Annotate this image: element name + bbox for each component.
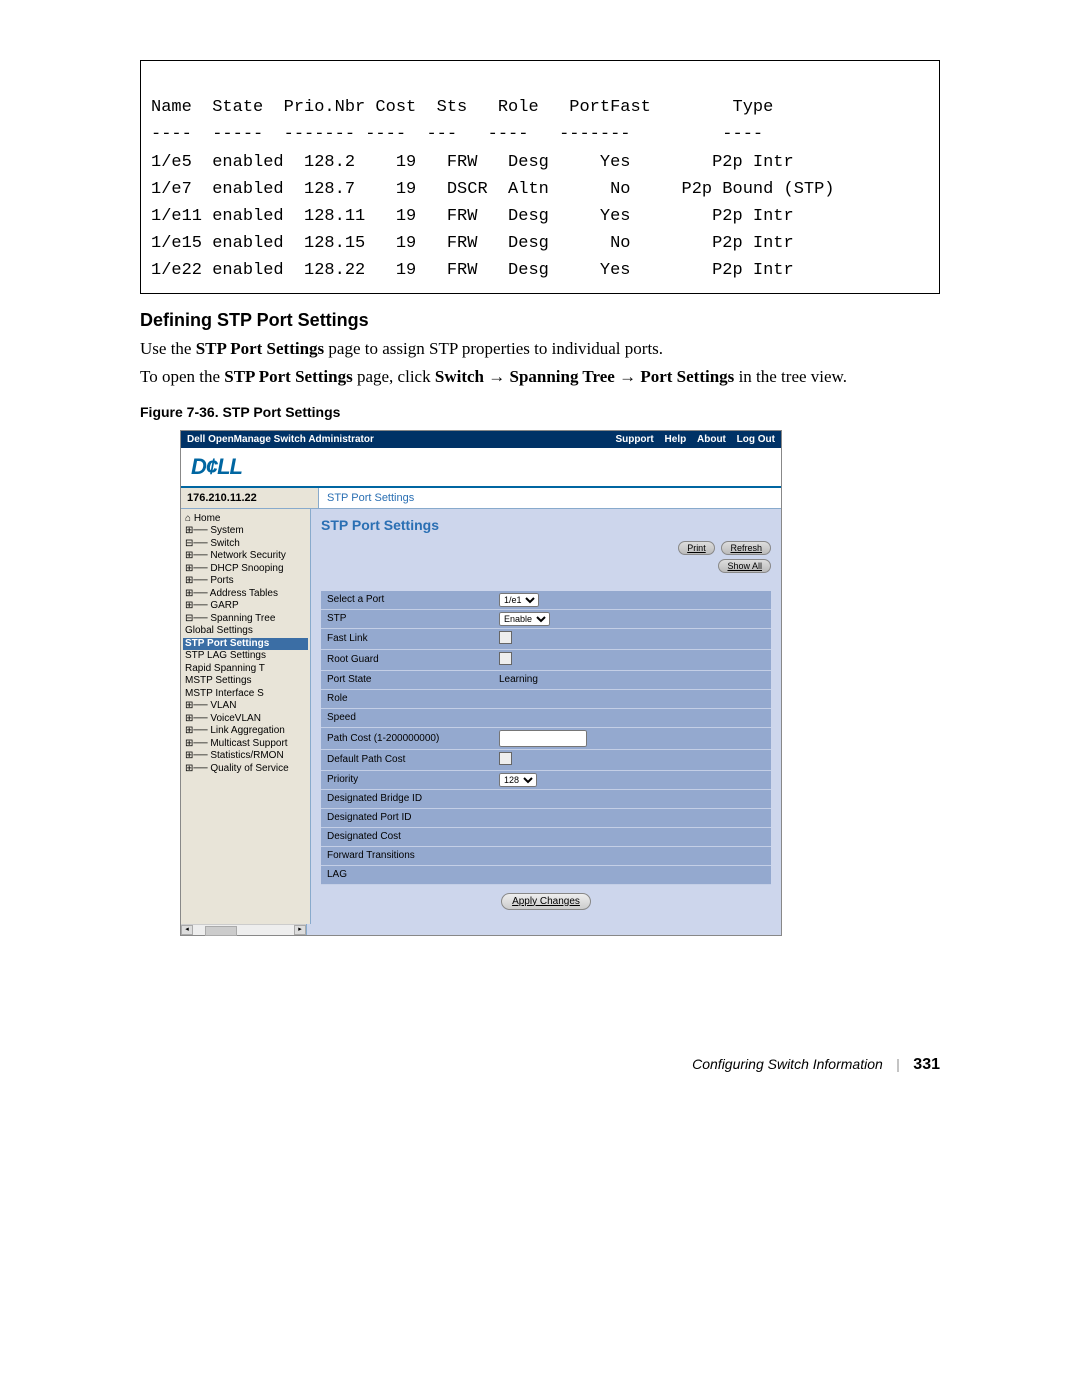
root-guard-checkbox[interactable]	[499, 652, 512, 665]
cli-row: 1/e22 enabled 128.22 19 FRW Desg Yes P2p…	[151, 261, 794, 280]
nav-item[interactable]: MSTP Interface S	[183, 688, 308, 701]
field-label: Designated Cost	[321, 827, 493, 846]
nav-item[interactable]: ⌂ Home	[183, 513, 308, 526]
nav-item[interactable]: ⊟── Switch	[183, 538, 308, 551]
nav-item[interactable]: ⊞── System	[183, 525, 308, 538]
text: page to assign STP properties to individ…	[324, 339, 663, 358]
cli-row: 1/e7 enabled 128.7 19 DSCR Altn No P2p B…	[151, 180, 835, 199]
top-links: Support Help About Log Out	[607, 434, 775, 445]
apply-changes-button[interactable]: Apply Changes	[501, 893, 591, 910]
field-label: Role	[321, 689, 493, 708]
cli-row: 1/e11 enabled 128.11 19 FRW Desg Yes P2p…	[151, 207, 794, 226]
field-label: Designated Bridge ID	[321, 789, 493, 808]
nav-item[interactable]: ⊞── Statistics/RMON	[183, 750, 308, 763]
nav-item[interactable]: ⊞── Ports	[183, 575, 308, 588]
nav-item[interactable]: ⊞── Network Security	[183, 550, 308, 563]
default-path-cost-checkbox[interactable]	[499, 752, 512, 765]
cli-output-box: Name State Prio.Nbr Cost Sts Role PortFa…	[140, 60, 940, 294]
page-footer: Configuring Switch Information | 331	[140, 1056, 940, 1074]
cli-row: 1/e5 enabled 128.2 19 FRW Desg Yes P2p I…	[151, 153, 794, 172]
page-number: 331	[913, 1056, 940, 1073]
nav-item[interactable]: ⊞── GARP	[183, 600, 308, 613]
strong-text: Port Settings	[640, 367, 734, 386]
field-label: Speed	[321, 708, 493, 727]
section-heading: Defining STP Port Settings	[140, 310, 940, 331]
nav-item[interactable]: Global Settings	[183, 625, 308, 638]
select-port-dropdown[interactable]: 1/e1	[499, 593, 539, 607]
logo-bar: D¢LL	[181, 448, 781, 488]
about-link[interactable]: About	[697, 434, 726, 445]
text: To open the	[140, 367, 224, 386]
port-state-value: Learning	[493, 670, 771, 689]
settings-form: Select a Port 1/e1 STP Enable Fast Link …	[321, 591, 771, 885]
field-label: Path Cost (1-200000000)	[321, 727, 493, 749]
strong-text: Switch	[435, 367, 484, 386]
window-title: Dell OpenManage Switch Administrator	[187, 434, 374, 445]
cli-divider: ---- ----- ------- ---- --- ---- -------…	[151, 125, 763, 144]
refresh-button[interactable]: Refresh	[721, 541, 771, 555]
arrow-icon: →	[488, 367, 505, 386]
field-label: Designated Port ID	[321, 808, 493, 827]
cli-row: 1/e15 enabled 128.15 19 FRW Desg No P2p …	[151, 234, 794, 253]
field-label: Select a Port	[321, 591, 493, 610]
chapter-name: Configuring Switch Information	[692, 1056, 883, 1072]
main-panel: STP Port Settings Print Refresh Show All…	[311, 509, 781, 924]
show-all-button[interactable]: Show All	[718, 559, 771, 573]
field-label: Priority	[321, 770, 493, 789]
nav-item[interactable]: ⊟── Spanning Tree	[183, 613, 308, 626]
nav-item[interactable]: ⊞── Link Aggregation	[183, 725, 308, 738]
window-titlebar: Dell OpenManage Switch Administrator Sup…	[181, 431, 781, 448]
nav-tree[interactable]: ⌂ Home⊞── System⊟── Switch ⊞── Network S…	[181, 509, 311, 924]
support-link[interactable]: Support	[615, 434, 653, 445]
nav-item[interactable]: ⊞── VLAN	[183, 700, 308, 713]
nav-item[interactable]: MSTP Settings	[183, 675, 308, 688]
text: in the tree view.	[734, 367, 847, 386]
print-button[interactable]: Print	[678, 541, 715, 555]
nav-item[interactable]: ⊞── VoiceVLAN	[183, 713, 308, 726]
ip-address: 176.210.11.22	[181, 488, 319, 508]
path-cost-input[interactable]	[499, 730, 587, 747]
nav-item[interactable]: ⊞── Quality of Service	[183, 763, 308, 776]
field-label: Port State	[321, 670, 493, 689]
field-label: Default Path Cost	[321, 749, 493, 770]
logout-link[interactable]: Log Out	[737, 434, 775, 445]
priority-dropdown[interactable]: 128	[499, 773, 537, 787]
figure-caption: Figure 7-36. STP Port Settings	[140, 404, 940, 420]
help-link[interactable]: Help	[665, 434, 687, 445]
nav-scrollbar[interactable]: ◂ ▸	[181, 924, 306, 935]
cli-header: Name State Prio.Nbr Cost Sts Role PortFa…	[151, 98, 773, 117]
page-title: STP Port Settings	[321, 517, 771, 533]
scroll-right-icon[interactable]: ▸	[294, 925, 306, 935]
nav-item[interactable]: STP Port Settings	[183, 638, 308, 651]
strong-text: STP Port Settings	[196, 339, 324, 358]
field-label: Root Guard	[321, 649, 493, 670]
nav-item[interactable]: ⊞── DHCP Snooping	[183, 563, 308, 576]
separator-icon: |	[897, 1057, 900, 1073]
paragraph-1: Use the STP Port Settings page to assign…	[140, 337, 940, 362]
fast-link-checkbox[interactable]	[499, 631, 512, 644]
stp-dropdown[interactable]: Enable	[499, 612, 550, 626]
nav-item[interactable]: Rapid Spanning T	[183, 663, 308, 676]
field-label: LAG	[321, 865, 493, 884]
paragraph-2: To open the STP Port Settings page, clic…	[140, 365, 940, 390]
field-label: Forward Transitions	[321, 846, 493, 865]
breadcrumb: STP Port Settings	[319, 488, 781, 508]
field-label: Fast Link	[321, 628, 493, 649]
text: Use the	[140, 339, 196, 358]
nav-item[interactable]: ⊞── Multicast Support	[183, 738, 308, 751]
field-label: STP	[321, 609, 493, 628]
arrow-icon: →	[619, 367, 636, 386]
strong-text: STP Port Settings	[224, 367, 352, 386]
nav-item[interactable]: STP LAG Settings	[183, 650, 308, 663]
text: page, click	[353, 367, 435, 386]
strong-text: Spanning Tree	[509, 367, 614, 386]
screenshot-panel: Dell OpenManage Switch Administrator Sup…	[180, 430, 782, 936]
nav-item[interactable]: ⊞── Address Tables	[183, 588, 308, 601]
scroll-left-icon[interactable]: ◂	[181, 925, 193, 935]
dell-logo: D¢LL	[191, 454, 242, 479]
